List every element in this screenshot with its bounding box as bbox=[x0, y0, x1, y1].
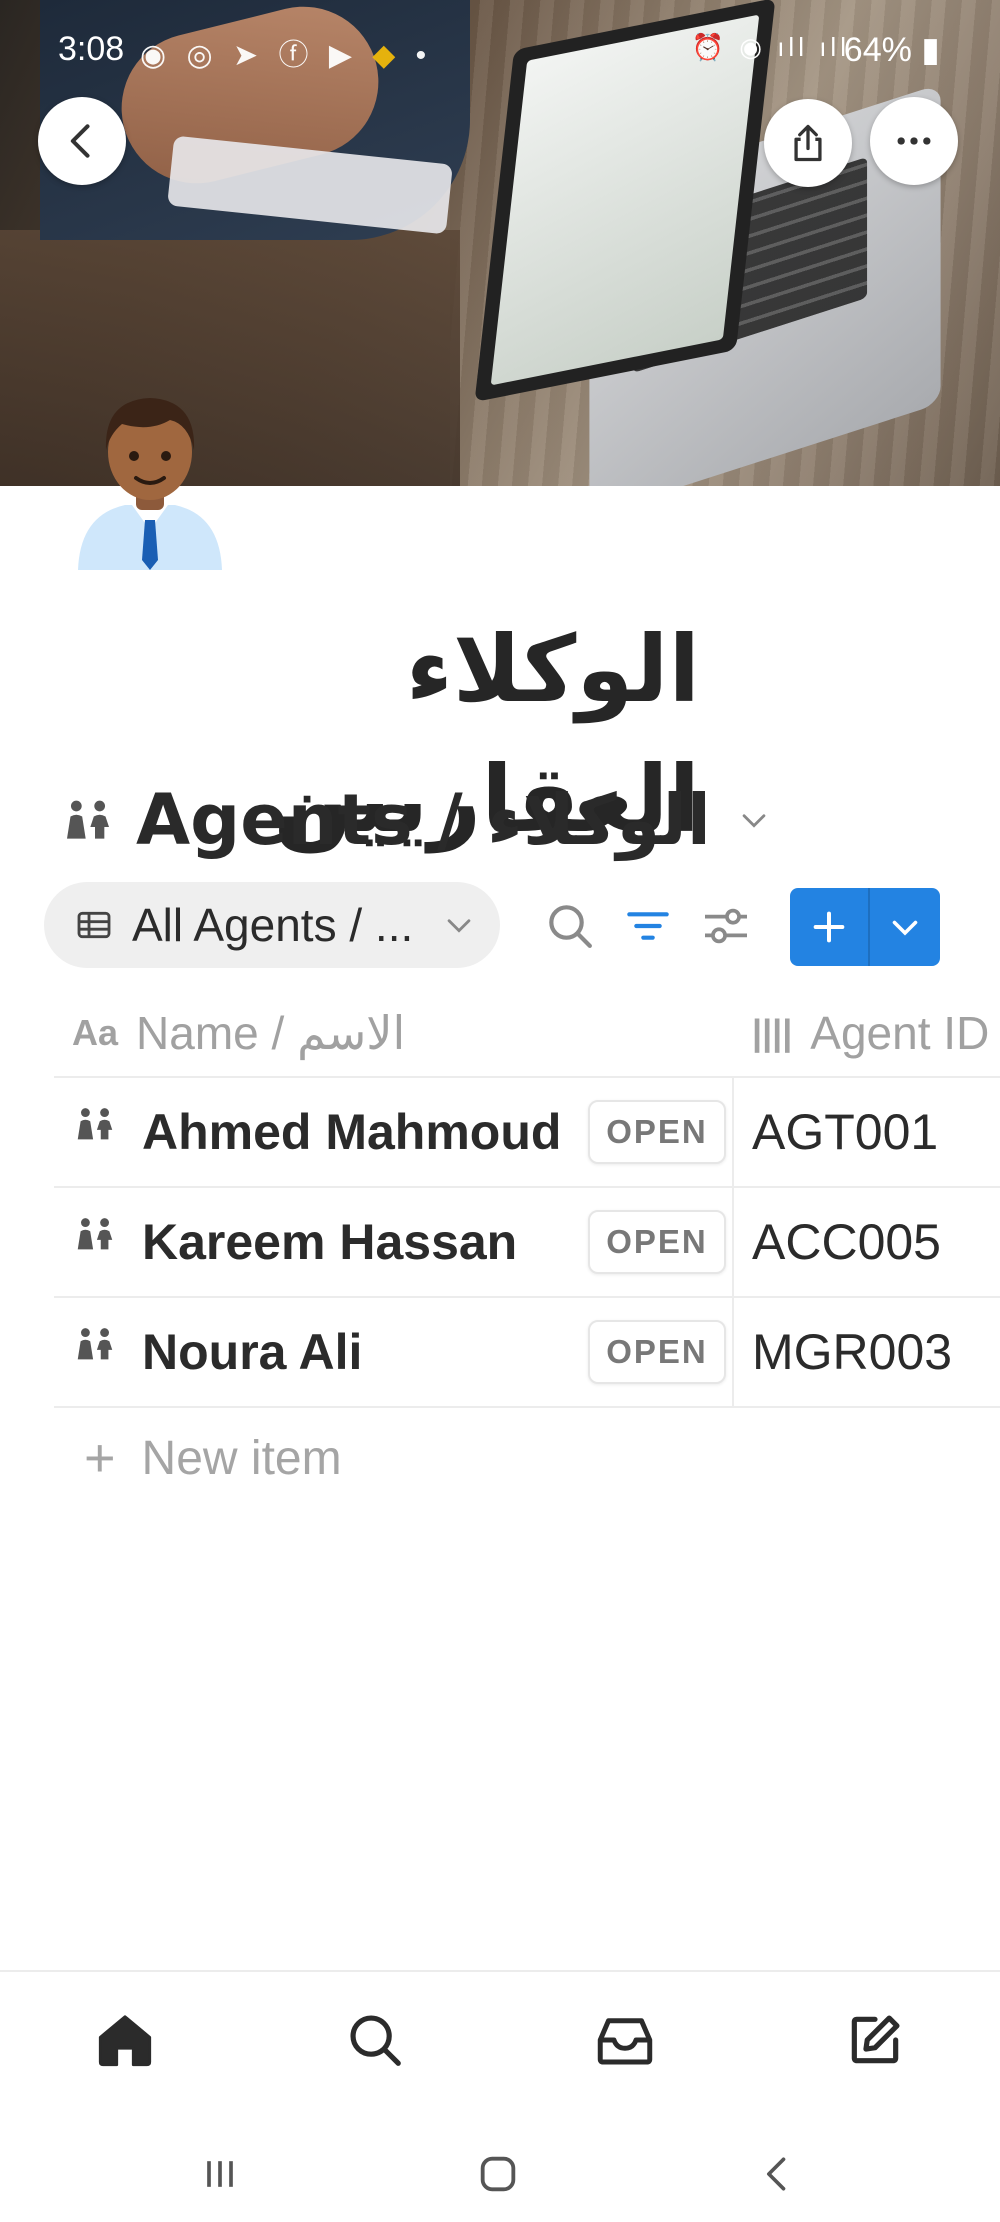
database-title: Agents / الوكلاء bbox=[136, 779, 711, 861]
agent-id[interactable]: AGT001 bbox=[752, 1078, 938, 1186]
name-cell[interactable]: Noura Ali OPEN bbox=[54, 1298, 734, 1406]
man-office-worker-icon[interactable] bbox=[70, 380, 230, 570]
table-row[interactable]: Noura Ali OPEN MGR003 bbox=[54, 1298, 1000, 1408]
back-icon bbox=[767, 2157, 786, 2191]
notification-icons: ◉ ◎ ➤ ⓕ ▶ ◆ • bbox=[140, 39, 433, 72]
column-header-name[interactable]: Aa Name / الاسم bbox=[72, 990, 405, 1076]
home-square-icon bbox=[480, 2156, 516, 2192]
back-button[interactable] bbox=[38, 97, 126, 185]
recents-button[interactable] bbox=[190, 2144, 250, 2204]
add-new-group bbox=[790, 888, 940, 966]
system-navigation-bar bbox=[0, 2112, 1000, 2222]
new-item-label: New item bbox=[141, 1431, 342, 1485]
battery-level: 64% ▮ bbox=[843, 31, 940, 69]
agent-id[interactable]: MGR003 bbox=[752, 1298, 952, 1406]
share-button[interactable] bbox=[764, 99, 852, 187]
chevron-down-icon[interactable] bbox=[737, 803, 771, 837]
view-label: All Agents / ... bbox=[132, 899, 414, 951]
share-icon bbox=[794, 124, 822, 162]
name-cell[interactable]: Ahmed Mahmoud OPEN bbox=[54, 1078, 734, 1186]
home-system-button[interactable] bbox=[468, 2144, 528, 2204]
table-header: Aa Name / الاسم |||| Agent ID bbox=[54, 990, 1000, 1078]
barcode-icon: |||| bbox=[752, 1012, 793, 1053]
new-item-button[interactable]: + New item bbox=[84, 1408, 342, 1508]
view-toolbar: All Agents / ... bbox=[44, 882, 964, 970]
more-horizontal-icon bbox=[897, 137, 931, 145]
nav-home-button[interactable] bbox=[85, 2000, 165, 2080]
people-icon bbox=[77, 1328, 113, 1360]
open-button[interactable]: OPEN bbox=[588, 1210, 726, 1274]
plus-icon: + bbox=[84, 1428, 116, 1488]
bottom-navigation bbox=[0, 1970, 1000, 2114]
text-property-icon: Aa bbox=[72, 1012, 119, 1053]
chevron-down-icon bbox=[447, 919, 471, 933]
more-options-button[interactable] bbox=[870, 97, 958, 185]
compose-icon bbox=[851, 2015, 900, 2064]
database-title-row[interactable]: Agents / الوكلاء bbox=[60, 775, 771, 865]
table-row[interactable]: Ahmed Mahmoud OPEN AGT001 bbox=[54, 1078, 1000, 1188]
agent-name: Kareem Hassan bbox=[142, 1214, 518, 1270]
search-icon bbox=[350, 2015, 401, 2066]
people-icon bbox=[77, 1108, 113, 1140]
nav-search-button[interactable] bbox=[335, 2000, 415, 2080]
column-header-agent-id[interactable]: |||| Agent ID bbox=[752, 990, 989, 1076]
name-cell[interactable]: Kareem Hassan OPEN bbox=[54, 1188, 734, 1296]
back-system-button[interactable] bbox=[748, 2144, 808, 2204]
inbox-icon bbox=[597, 2018, 653, 2065]
nav-compose-button[interactable] bbox=[835, 2000, 915, 2080]
status-bar: 3:08 ◉ ◎ ➤ ⓕ ▶ ◆ • ⏰ ◉ ıll ıll 64% ▮ bbox=[0, 0, 1000, 100]
nav-inbox-button[interactable] bbox=[585, 2000, 665, 2080]
add-new-button[interactable] bbox=[790, 888, 868, 966]
chevron-left-icon bbox=[70, 124, 90, 158]
plus-icon bbox=[813, 911, 845, 943]
people-icon bbox=[77, 1218, 113, 1250]
filter-icon[interactable] bbox=[620, 898, 676, 954]
system-status-icons: ⏰ ◉ ıll ıll bbox=[691, 32, 850, 62]
agent-id[interactable]: ACC005 bbox=[752, 1188, 941, 1296]
table-icon bbox=[77, 911, 111, 939]
agent-name: Ahmed Mahmoud bbox=[142, 1104, 562, 1160]
table-row[interactable]: Kareem Hassan OPEN ACC005 bbox=[54, 1188, 1000, 1298]
status-time: 3:08 bbox=[58, 30, 125, 68]
search-icon[interactable] bbox=[542, 898, 598, 954]
add-options-dropdown[interactable] bbox=[870, 888, 940, 966]
home-icon bbox=[98, 2015, 152, 2067]
agents-table: Aa Name / الاسم |||| Agent ID Ahmed Mahm… bbox=[54, 990, 1000, 1508]
people-icon bbox=[67, 800, 109, 839]
open-button[interactable]: OPEN bbox=[588, 1100, 726, 1164]
agent-name: Noura Ali bbox=[142, 1324, 363, 1380]
view-selector[interactable]: All Agents / ... bbox=[44, 882, 500, 968]
open-button[interactable]: OPEN bbox=[588, 1320, 726, 1384]
recents-icon bbox=[207, 2161, 233, 2187]
page-title[interactable]: الوكلاء العقاريين bbox=[0, 605, 1000, 853]
sliders-icon[interactable] bbox=[698, 898, 754, 954]
chevron-down-icon bbox=[892, 920, 918, 936]
